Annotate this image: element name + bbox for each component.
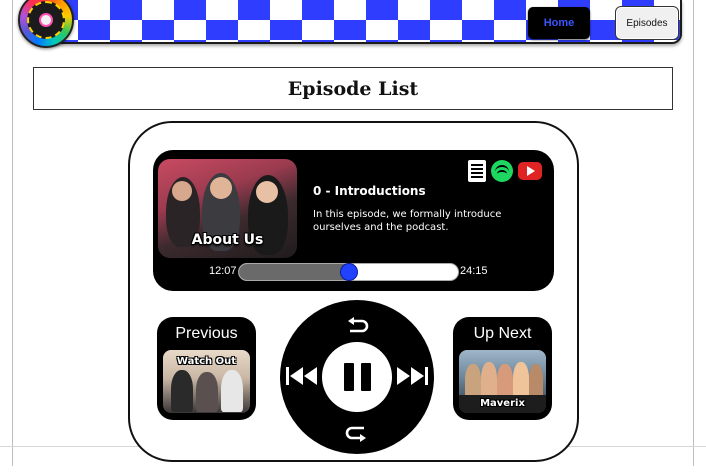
episode-title: 0 - Introductions xyxy=(313,184,426,198)
logo-inner xyxy=(27,1,65,39)
skip-forward-icon[interactable] xyxy=(396,366,428,386)
home-button[interactable]: Home xyxy=(528,7,590,39)
thumbnail-figure xyxy=(221,370,243,412)
previous-episode-card[interactable]: Previous Watch Out xyxy=(157,317,256,420)
thumbnail-figure xyxy=(196,372,218,412)
transcript-icon[interactable] xyxy=(468,160,486,182)
next-thumbnail: Maverix xyxy=(459,350,546,413)
page-title-box: Episode List xyxy=(33,67,673,110)
time-total: 24:15 xyxy=(460,265,488,277)
thumbnail-figure xyxy=(513,362,529,398)
next-episode-card[interactable]: Up Next Maverix xyxy=(453,317,552,420)
page-title: Episode List xyxy=(287,77,419,100)
replay-icon[interactable] xyxy=(345,317,369,339)
forward-icon[interactable] xyxy=(345,420,369,442)
thumbnail-figure xyxy=(465,364,481,398)
progress-fill xyxy=(239,264,350,280)
next-thumbnail-title: Maverix xyxy=(480,398,525,409)
progress-knob[interactable] xyxy=(339,263,358,281)
next-label: Up Next xyxy=(473,325,532,342)
thumbnail-figure xyxy=(171,370,193,412)
thumbnail-figure xyxy=(497,364,513,398)
thumbnail-figure xyxy=(256,181,278,203)
skip-back-icon[interactable] xyxy=(286,366,318,386)
thumbnail-figure xyxy=(529,364,543,398)
previous-thumbnail-title: Watch Out xyxy=(176,356,237,367)
previous-thumbnail: Watch Out xyxy=(163,350,250,413)
thumbnail-title: About Us xyxy=(191,232,264,248)
episode-thumbnail[interactable]: About Us xyxy=(158,159,297,258)
pause-icon xyxy=(361,363,371,391)
youtube-icon[interactable] xyxy=(518,162,542,180)
pause-icon xyxy=(344,363,354,391)
thumbnail-figure xyxy=(172,181,192,201)
time-current: 12:07 xyxy=(209,265,237,277)
spotify-icon[interactable] xyxy=(491,160,513,182)
previous-label: Previous xyxy=(175,325,238,342)
play-pause-button[interactable] xyxy=(322,342,392,412)
episodes-button[interactable]: Episodes xyxy=(615,6,679,40)
platform-links xyxy=(468,160,542,182)
thumbnail-figure xyxy=(481,362,497,398)
logo-core xyxy=(39,13,53,27)
thumbnail-figure xyxy=(210,177,232,199)
episode-description: In this episode, we formally introduce o… xyxy=(313,209,502,233)
